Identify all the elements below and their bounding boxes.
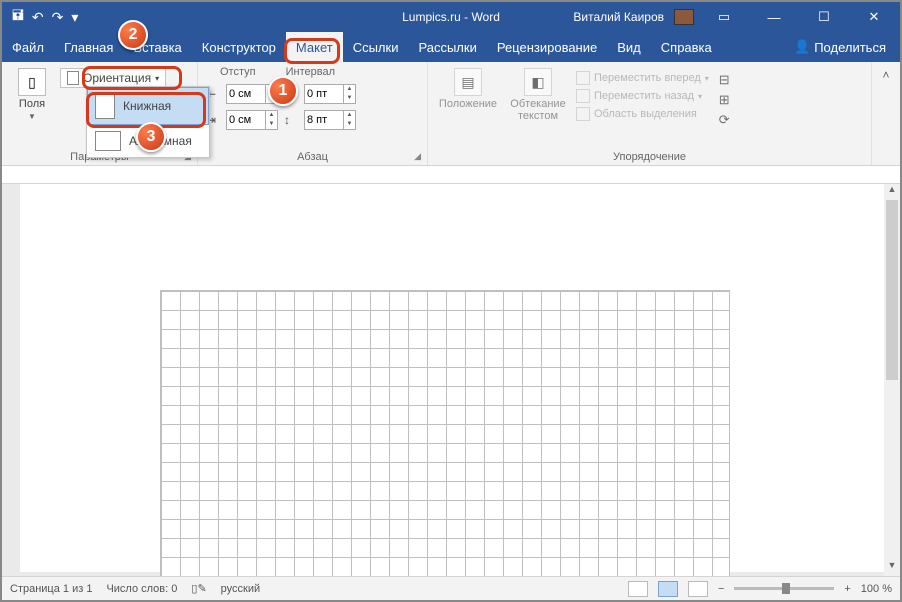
- view-print-layout-button[interactable]: [658, 581, 678, 597]
- dialog-launcher-icon[interactable]: ◢: [414, 151, 421, 162]
- orientation-portrait-item[interactable]: Книжная: [87, 87, 209, 125]
- spacing-before-input[interactable]: [305, 88, 343, 100]
- document-canvas[interactable]: [20, 184, 896, 572]
- share-button[interactable]: 👤 Поделиться: [794, 39, 900, 55]
- zoom-in-button[interactable]: +: [844, 583, 850, 595]
- margins-icon: ▯: [18, 68, 46, 96]
- wrap-text-icon: ◧: [524, 68, 552, 96]
- group-arrange: ▤ Положение ◧ Обтекание текстом Перемест…: [428, 62, 872, 165]
- spacing-after-icon: ↕: [284, 113, 298, 127]
- status-word-count[interactable]: Число слов: 0: [106, 583, 177, 595]
- view-web-layout-button[interactable]: [688, 581, 708, 597]
- ribbon-options-icon[interactable]: ▭: [704, 2, 744, 32]
- tab-mailings[interactable]: Рассылки: [408, 32, 486, 62]
- paragraph-caption: Абзац: [297, 151, 328, 163]
- margins-button[interactable]: ▯ Поля ▼: [10, 66, 54, 149]
- wrap-text-button: ◧ Обтекание текстом: [506, 66, 570, 149]
- selection-pane-button: Область выделения: [576, 106, 709, 122]
- share-label: Поделиться: [814, 40, 886, 55]
- bring-forward-icon: [576, 71, 590, 85]
- landscape-page-icon: [95, 131, 121, 151]
- view-read-mode-button[interactable]: [628, 581, 648, 597]
- qat-more-icon[interactable]: ▾: [71, 9, 78, 26]
- align-icon: ⊟: [719, 72, 730, 88]
- spacing-after-input[interactable]: [305, 114, 343, 126]
- margins-label: Поля: [19, 98, 45, 110]
- tab-review[interactable]: Рецензирование: [487, 32, 607, 62]
- callout-badge-2: 2: [118, 20, 148, 50]
- spacing-header: Интервал: [286, 66, 335, 78]
- portrait-page-icon: [95, 93, 115, 119]
- proofing-icon[interactable]: ▯✎: [191, 582, 206, 595]
- zoom-slider[interactable]: [734, 587, 834, 590]
- send-backward-label: Переместить назад: [594, 90, 694, 102]
- indent-left-input[interactable]: [227, 88, 265, 100]
- indent-right-input[interactable]: [227, 114, 265, 126]
- tab-references[interactable]: Ссылки: [343, 32, 409, 62]
- indent-header: Отступ: [220, 66, 256, 78]
- send-backward-button: Переместить назад▾: [576, 88, 709, 104]
- document-area: ▲ ▼: [2, 166, 900, 576]
- status-language[interactable]: русский: [221, 583, 260, 595]
- rotate-icon: ⟳: [719, 112, 730, 128]
- tab-file[interactable]: Файл: [2, 32, 54, 62]
- share-icon: 👤: [794, 39, 810, 55]
- group-icon: ⊞: [719, 92, 730, 108]
- group-paragraph-label: Абзац ◢: [206, 149, 419, 163]
- minimize-button[interactable]: —: [754, 2, 794, 32]
- zoom-out-button[interactable]: −: [718, 583, 724, 595]
- callout-badge-1: 1: [268, 76, 298, 106]
- scroll-thumb[interactable]: [886, 200, 898, 380]
- tab-layout[interactable]: Макет: [286, 32, 343, 62]
- position-button: ▤ Положение: [436, 66, 500, 149]
- quick-access-toolbar: 🖬 ↶ ↷ ▾: [2, 5, 78, 29]
- document-grid: [160, 290, 730, 576]
- portrait-label: Книжная: [123, 99, 171, 113]
- bring-forward-label: Переместить вперед: [594, 72, 701, 84]
- vertical-scrollbar[interactable]: ▲ ▼: [884, 184, 900, 576]
- chevron-down-icon: ▼: [28, 112, 36, 121]
- status-bar: Страница 1 из 1 Число слов: 0 ▯✎ русский…: [2, 576, 900, 600]
- scroll-down-icon[interactable]: ▼: [884, 560, 900, 576]
- close-button[interactable]: ✕: [854, 2, 894, 32]
- tab-help[interactable]: Справка: [651, 32, 722, 62]
- spacing-before-spinner[interactable]: ▲▼: [304, 84, 356, 104]
- page[interactable]: [160, 290, 730, 576]
- user-avatar-icon[interactable]: [674, 9, 694, 25]
- tab-view[interactable]: Вид: [607, 32, 651, 62]
- spacing-after-spinner[interactable]: ▲▼: [304, 110, 356, 130]
- position-icon: ▤: [454, 68, 482, 96]
- maximize-button[interactable]: ☐: [804, 2, 844, 32]
- orientation-button[interactable]: Ориентация ▾: [60, 68, 166, 88]
- horizontal-ruler[interactable]: [2, 166, 900, 184]
- chevron-down-icon: ▾: [155, 74, 159, 83]
- autosave-icon[interactable]: 🖬: [12, 5, 24, 29]
- status-page[interactable]: Страница 1 из 1: [10, 583, 92, 595]
- orientation-icon: [67, 71, 79, 85]
- undo-icon[interactable]: ↶: [32, 9, 44, 26]
- wrap-text-label: Обтекание текстом: [506, 98, 570, 122]
- window-title: Lumpics.ru - Word: [402, 10, 500, 24]
- tab-design[interactable]: Конструктор: [192, 32, 286, 62]
- orientation-label: Ориентация: [83, 71, 151, 85]
- position-label: Положение: [439, 98, 497, 110]
- scroll-up-icon[interactable]: ▲: [884, 184, 900, 200]
- redo-icon[interactable]: ↷: [52, 9, 64, 26]
- selection-pane-label: Область выделения: [594, 108, 697, 120]
- zoom-level[interactable]: 100 %: [861, 583, 892, 595]
- group-paragraph: Отступ Интервал ⇤ ▲▼ ↕ ▲▼ ⇥ ▲▼ ↕ ▲▼ Абза…: [198, 62, 428, 165]
- zoom-slider-thumb[interactable]: [782, 583, 790, 594]
- tab-home[interactable]: Главная: [54, 32, 123, 62]
- collapse-ribbon-icon[interactable]: ˄: [872, 62, 900, 165]
- arrange-caption: Упорядочение: [613, 151, 686, 163]
- send-backward-icon: [576, 89, 590, 103]
- selection-pane-icon: [576, 107, 590, 121]
- indent-right-spinner[interactable]: ▲▼: [226, 110, 278, 130]
- bring-forward-button: Переместить вперед▾: [576, 70, 709, 86]
- callout-badge-3: 3: [136, 122, 166, 152]
- user-name[interactable]: Виталий Каиров: [573, 10, 664, 24]
